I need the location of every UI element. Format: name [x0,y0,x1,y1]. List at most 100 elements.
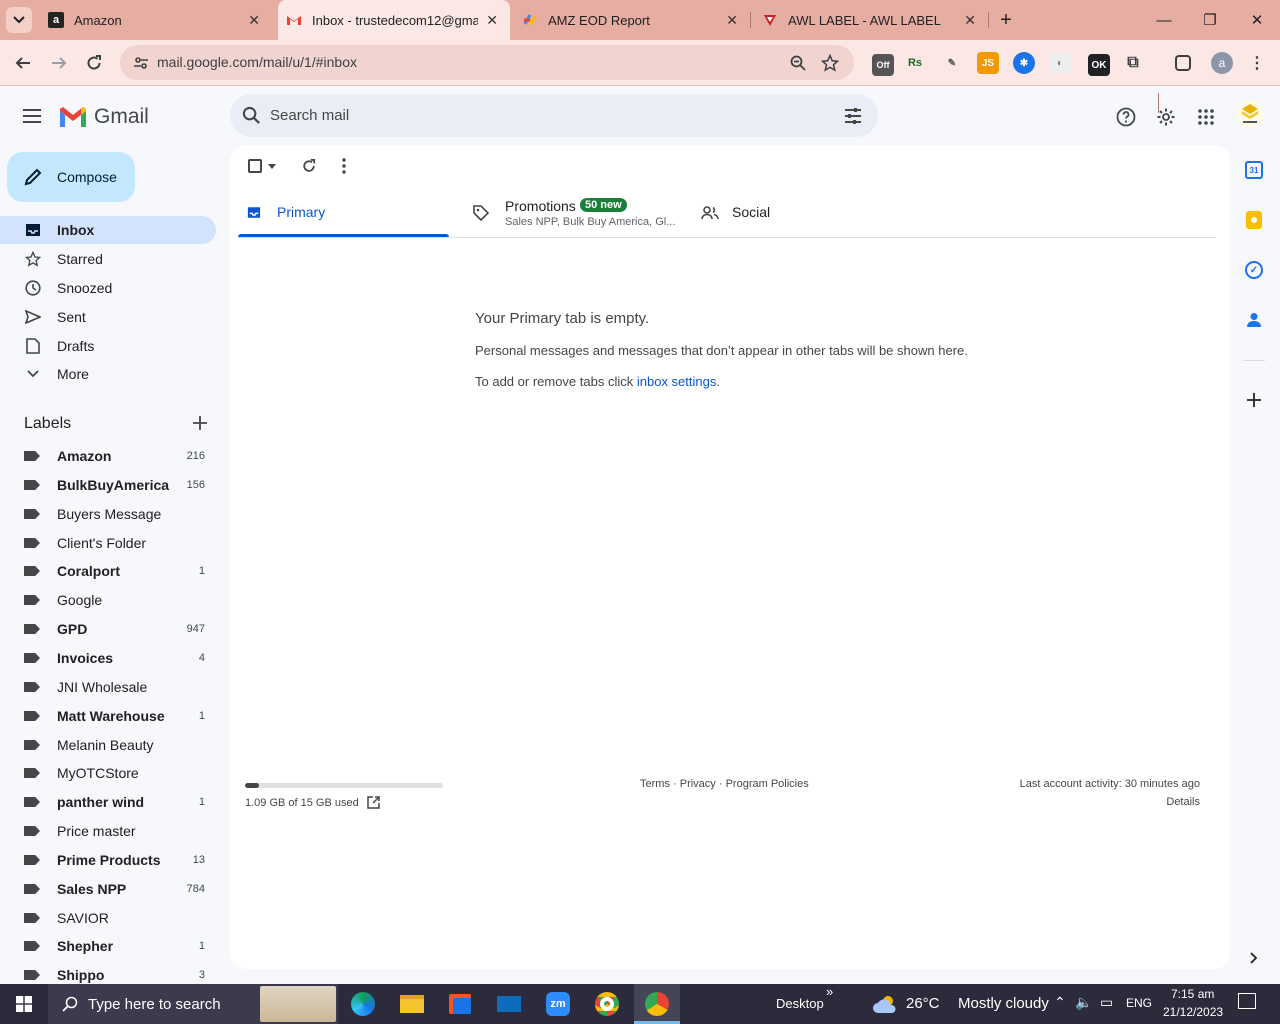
browser-tab-awl[interactable]: AWL LABEL - AWL LABEL ✕ [754,0,988,40]
forward-button[interactable] [44,48,74,78]
label-item[interactable]: Buyers Message [0,500,216,528]
site-info-icon[interactable] [133,55,149,71]
edge-icon[interactable] [347,988,379,1020]
weather-condition[interactable]: Mostly cloudy [958,995,1049,1012]
label-item[interactable]: Shepher 1 [0,932,216,960]
label-item[interactable]: Prime Products 13 [0,846,216,874]
back-button[interactable] [8,48,38,78]
off-extension-icon[interactable]: Off [872,54,894,76]
nav-inbox[interactable]: Inbox [0,216,216,244]
refresh-icon[interactable] [302,159,316,173]
program-policies-link[interactable]: Program Policies [726,778,809,790]
label-item[interactable]: Client's Folder [0,529,216,557]
expand-side-panel-icon[interactable] [1247,951,1261,965]
search-input[interactable]: Search mail [270,107,349,124]
storage-text[interactable]: 1.09 GB of 15 GB used [245,796,380,809]
extensions-puzzle-icon[interactable]: ⧉ [1122,52,1144,74]
show-hidden-icons-icon[interactable]: ⌃ [1054,994,1066,1011]
select-dropdown-icon[interactable] [268,164,276,169]
language-indicator[interactable]: ENG [1126,996,1152,1010]
more-options-icon[interactable] [342,158,346,174]
contacts-icon[interactable] [1246,311,1262,329]
terms-link[interactable]: Terms [640,778,670,790]
open-external-icon[interactable] [367,796,380,809]
main-menu-icon[interactable] [20,104,44,128]
keep-icon[interactable] [1246,211,1262,229]
browser-tab-inbox[interactable]: Inbox - trustedecom12@gmail. ✕ [278,0,510,40]
close-tab-icon[interactable]: ✕ [248,12,260,29]
select-all-checkbox[interactable] [248,159,262,173]
mail-icon[interactable] [493,988,525,1020]
clock-time[interactable]: 7:15 am [1171,987,1214,1001]
zoom-app-icon[interactable]: zm [542,988,574,1020]
minimize-button[interactable]: — [1141,0,1187,40]
ruler-extension-icon[interactable]: ✎ [941,52,963,74]
create-label-button[interactable] [190,413,210,433]
label-item[interactable]: JNI Wholesale [0,673,216,701]
close-tab-icon[interactable]: ✕ [486,12,498,29]
calendar-icon[interactable]: 31 [1245,161,1263,179]
tab-primary[interactable]: Primary [238,190,449,238]
settings-gear-icon[interactable] [1154,105,1178,129]
help-icon[interactable] [1114,105,1138,129]
label-item[interactable]: Invoices 4 [0,644,216,672]
get-addons-icon[interactable] [1245,391,1263,409]
label-item[interactable]: Price master [0,817,216,845]
bookmark-star-icon[interactable] [821,54,839,72]
zoom-icon[interactable] [790,55,806,71]
nav-more[interactable]: More [0,360,216,388]
label-item[interactable]: Sales NPP 784 [0,875,216,903]
store-icon[interactable] [444,988,476,1020]
label-item[interactable]: Coralport 1 [0,557,216,585]
blue-badge-extension-icon[interactable]: ✱ [1013,52,1035,74]
browser-menu-icon[interactable]: ⋮ [1246,52,1268,74]
browser-tab-amazon[interactable]: a Amazon ✕ [40,0,272,40]
helper-extension-icon[interactable]: ◐ [1049,52,1071,74]
toolbar-chevrons[interactable]: » [826,984,833,999]
network-icon[interactable]: ▭ [1100,994,1113,1011]
js-extension-icon[interactable]: JS [977,52,999,74]
label-item[interactable]: Amazon 216 [0,442,216,470]
reload-button[interactable] [79,48,109,78]
close-tab-icon[interactable]: ✕ [964,12,976,29]
inbox-settings-link[interactable]: inbox settings [637,374,717,389]
label-item[interactable]: Google [0,586,216,614]
nav-starred[interactable]: Starred [0,245,216,273]
chrome-active-icon[interactable] [634,984,680,1024]
tab-search-button[interactable] [6,7,32,33]
rs-extension-icon[interactable]: Rs [904,52,926,74]
compose-button[interactable]: Compose [7,152,135,202]
side-panel-icon[interactable] [1175,55,1191,71]
restore-button[interactable]: ❐ [1187,0,1233,40]
desktop-toolbar-label[interactable]: Desktop [776,996,824,1011]
tab-promotions[interactable]: Promotions 50 new Sales NPP, Bulk Buy Am… [463,190,683,238]
privacy-link[interactable]: Privacy [680,778,716,790]
search-options-icon[interactable] [844,107,862,125]
profile-avatar[interactable]: a [1211,52,1233,74]
nav-sent[interactable]: Sent [0,303,216,331]
label-item[interactable]: GPD 947 [0,615,216,643]
google-apps-icon[interactable] [1194,105,1218,129]
taskbar-search[interactable]: Type here to search [48,984,338,1024]
chrome-profile-icon[interactable] [591,988,623,1020]
weather-temperature[interactable]: 26°C [906,995,940,1012]
ok-extension-icon[interactable]: OK [1088,54,1110,76]
label-item[interactable]: Melanin Beauty [0,731,216,759]
tab-social[interactable]: Social [692,190,912,238]
nav-snoozed[interactable]: Snoozed [0,274,216,302]
browser-tab-amz-eod[interactable]: AMZ EOD Report ✕ [514,0,750,40]
notifications-icon[interactable] [1238,993,1256,1009]
gmail-logo[interactable]: Gmail [58,104,149,130]
file-explorer-icon[interactable] [396,988,428,1020]
storage-bar[interactable] [245,783,443,788]
nav-drafts[interactable]: Drafts [0,332,216,360]
weather-cloud-icon[interactable] [872,994,898,1014]
account-avatar[interactable] [1236,100,1264,128]
label-item[interactable]: BulkBuyAmerica 156 [0,471,216,499]
label-item[interactable]: panther wind 1 [0,788,216,816]
address-bar[interactable]: mail.google.com/mail/u/1/#inbox [120,45,854,80]
tasks-icon[interactable]: ✓ [1245,261,1263,279]
search-icon[interactable] [242,106,261,125]
volume-icon[interactable]: 🔈 [1075,994,1092,1011]
label-item[interactable]: SAVIOR [0,904,216,932]
